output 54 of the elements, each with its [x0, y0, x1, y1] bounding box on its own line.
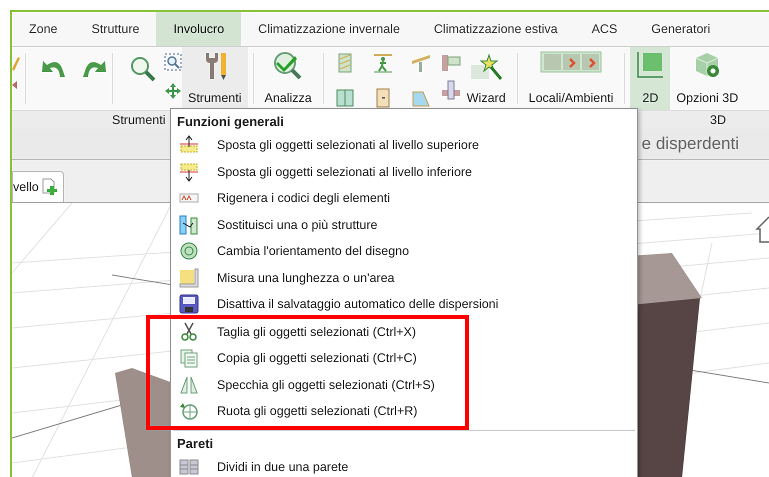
wall-section-icon[interactable] — [440, 53, 461, 73]
home-icon[interactable] — [755, 215, 769, 243]
ribbon-tab[interactable]: Involucro — [156, 12, 242, 46]
rotate-icon — [179, 401, 199, 422]
window-icon[interactable] — [334, 88, 355, 108]
menu-section-title: Funzioni generali — [176, 113, 285, 131]
check-magnifier-icon — [273, 51, 304, 81]
plane-axes-icon — [636, 51, 664, 79]
scissors-icon — [179, 322, 199, 342]
column-section-icon[interactable] — [440, 80, 461, 100]
ruler-icon — [179, 268, 199, 288]
ribbon-tab[interactable]: ACS — [574, 12, 634, 46]
menu-item[interactable]: Copia gli oggetti selezionati (Ctrl+C) — [171, 345, 465, 372]
move-down-icon — [179, 162, 199, 182]
menu-item[interactable]: Ruota gli oggetti selezionati (Ctrl+R) — [171, 398, 465, 424]
view-2d-button[interactable]: 2D — [630, 47, 670, 110]
menu-item[interactable]: Disattiva il salvataggio automatico delle dispersioni — [171, 291, 637, 318]
ribbon-tab[interactable]: Climatizzazione invernale — [241, 12, 417, 46]
move-icon[interactable] — [164, 82, 182, 100]
compass-icon — [179, 241, 199, 262]
wizard-button[interactable]: Wizard — [460, 47, 512, 110]
copy-icon — [179, 348, 199, 368]
ribbon-tab[interactable]: Strutture — [74, 12, 156, 46]
walking-figure-icon[interactable] — [372, 53, 393, 73]
menu-item[interactable]: Cambia l'orientamento del disegno — [171, 238, 637, 264]
document-tab[interactable]: vello — [12, 171, 64, 202]
wand-star-icon — [469, 51, 504, 81]
menu-item[interactable]: Sostituisci una o più strutture — [171, 212, 637, 238]
menu-item[interactable]: Misura una lunghezza o un'area — [171, 264, 637, 291]
ribbon-tab[interactable]: Zone — [12, 12, 74, 46]
menu-item[interactable]: Specchia gli oggetti selezionati (Ctrl+S) — [171, 372, 465, 398]
menu-item[interactable]: Dividi in due una parete — [171, 454, 635, 477]
swap-icon — [179, 214, 199, 235]
ribbon-tab[interactable]: Generatori — [634, 12, 728, 46]
panel-title: e disperdenti — [642, 134, 739, 154]
new-page-icon[interactable] — [40, 178, 59, 196]
options-3d-button[interactable]: Opzioni 3D — [670, 47, 744, 110]
mirror-icon — [179, 374, 199, 395]
split-wall-icon — [179, 456, 199, 477]
rooms-icon — [540, 51, 602, 73]
menu-section-title: Pareti — [176, 434, 214, 452]
group-label: Strumenti — [112, 113, 166, 127]
menu-item[interactable]: Rigenera i codici degli elementi — [171, 185, 637, 212]
tools-button[interactable]: Strumenti — [182, 47, 248, 110]
ribbon-tab[interactable]: Climatizzazione estiva — [416, 12, 575, 46]
menu-item[interactable]: Taglia gli oggetti selezionati (Ctrl+X) — [171, 318, 465, 345]
save-icon — [179, 294, 199, 314]
menu-item[interactable]: Sposta gli oggetti selezionati al livello superiore — [171, 132, 637, 158]
roof-icon[interactable] — [410, 53, 431, 73]
group-label: 3D — [710, 113, 726, 127]
search-icon[interactable] — [130, 56, 156, 82]
move-up-icon — [179, 135, 199, 156]
menu-item[interactable]: Sposta gli oggetti selezionati al livello inferiore — [171, 158, 637, 185]
zoom-area-icon[interactable] — [164, 53, 182, 71]
